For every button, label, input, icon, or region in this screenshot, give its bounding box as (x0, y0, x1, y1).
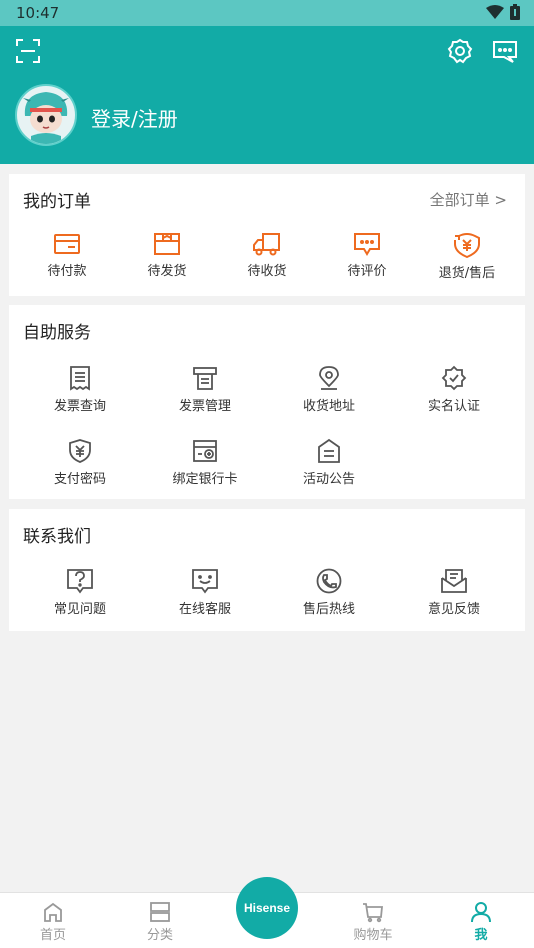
invoice-query[interactable]: 发票查询 (30, 365, 130, 414)
user-icon (471, 902, 491, 923)
message-icon (493, 41, 517, 63)
service-item-label: 活动公告 (302, 472, 355, 487)
order-pending-shipment[interactable]: 待发货 (117, 232, 217, 279)
tab-label: 首页 (39, 928, 66, 943)
battery-icon (510, 4, 520, 20)
contact-item-label: 常见问题 (53, 602, 106, 617)
question-icon (67, 569, 93, 594)
service-item-label: 实名认证 (427, 399, 480, 414)
status-bar: 10:47 (0, 0, 534, 26)
all-orders-link[interactable]: 全部订单 > (430, 189, 507, 210)
contact-item-label: 意见反馈 (427, 602, 480, 617)
add-card-icon (193, 440, 217, 462)
order-refund-aftersale[interactable]: 退货/售后 (417, 232, 517, 281)
refund-icon (454, 233, 480, 258)
contact-card: 联系我们 常见问题 在线客服 售后热线 意见反馈 (9, 509, 525, 631)
receipt-icon (70, 366, 90, 391)
service-item-label: 绑定银行卡 (172, 472, 238, 487)
tab-cart[interactable]: 购物车 (333, 901, 413, 943)
status-time: 10:47 (16, 4, 60, 22)
tab-label: 分类 (146, 928, 173, 943)
faq[interactable]: 常见问题 (30, 568, 130, 617)
self-service-title: 自助服务 (23, 323, 91, 343)
announcement-icon (318, 438, 340, 463)
payment-password[interactable]: 支付密码 (30, 438, 130, 487)
contact-item-label: 售后热线 (302, 602, 355, 617)
order-item-label: 待付款 (47, 264, 87, 279)
messages-button[interactable] (490, 36, 520, 66)
shield-yen-icon (69, 439, 91, 463)
contact-title: 联系我们 (23, 527, 91, 547)
order-item-label: 退货/售后 (438, 266, 496, 281)
package-icon (154, 233, 180, 255)
after-sales-hotline[interactable]: 售后热线 (279, 568, 379, 617)
orders-title: 我的订单 (23, 192, 91, 212)
settings-button[interactable] (445, 36, 475, 66)
wifi-icon (486, 4, 504, 19)
invoice-management[interactable]: 发票管理 (155, 365, 255, 414)
scan-button[interactable] (13, 36, 43, 66)
service-item-label: 支付密码 (53, 472, 106, 487)
scan-icon (16, 39, 40, 63)
service-item-label: 收货地址 (302, 399, 355, 414)
order-item-label: 待发货 (147, 264, 187, 279)
avatar[interactable] (15, 84, 77, 146)
cart-icon (363, 903, 383, 923)
tab-category[interactable]: 分类 (120, 901, 200, 943)
order-pending-receipt[interactable]: 待收货 (217, 232, 317, 279)
wallet-icon (54, 234, 80, 254)
shipping-address[interactable]: 收货地址 (279, 365, 379, 414)
contact-item-label: 在线客服 (178, 602, 231, 617)
feedback[interactable]: 意见反馈 (404, 568, 504, 617)
feedback-mail-icon (441, 569, 467, 593)
category-icon (150, 902, 170, 922)
chat-smile-icon (192, 569, 218, 594)
gear-icon (447, 38, 473, 64)
order-pending-payment[interactable]: 待付款 (17, 232, 117, 279)
location-icon (319, 366, 339, 390)
profile-header: 登录/注册 (0, 26, 534, 164)
activity-announcement[interactable]: 活动公告 (279, 438, 379, 487)
phone-icon (316, 568, 342, 594)
bottom-tab-bar: 首页 分类 Hisense 购物车 我 (0, 877, 534, 948)
order-item-label: 待评价 (347, 264, 387, 279)
login-register-link[interactable]: 登录/注册 (91, 103, 178, 132)
comment-icon (354, 233, 380, 256)
order-item-label: 待收货 (247, 264, 287, 279)
home-icon (44, 902, 62, 922)
tab-home[interactable]: 首页 (13, 901, 93, 943)
service-item-label: 发票查询 (53, 399, 106, 414)
online-customer-service[interactable]: 在线客服 (155, 568, 255, 617)
hisense-home-button[interactable]: Hisense (236, 877, 298, 939)
verified-badge-icon (441, 365, 467, 391)
printer-icon (193, 367, 217, 390)
tab-label: 购物车 (353, 928, 393, 943)
order-pending-review[interactable]: 待评价 (317, 232, 417, 279)
service-item-label: 发票管理 (178, 399, 231, 414)
tab-me[interactable]: 我 (441, 901, 521, 943)
avatar-character-icon (23, 92, 69, 144)
bind-bank-card[interactable]: 绑定银行卡 (155, 438, 255, 487)
orders-card: 我的订单 全部订单 > 待付款 待发货 待收货 待评价 退货/售后 (9, 174, 525, 296)
self-service-card: 自助服务 发票查询 发票管理 收货地址 实名认证 支付密码 绑定银行卡 活动公告 (9, 305, 525, 499)
tab-label: 我 (474, 928, 488, 943)
real-name-verification[interactable]: 实名认证 (404, 365, 504, 414)
truck-icon (253, 233, 280, 256)
